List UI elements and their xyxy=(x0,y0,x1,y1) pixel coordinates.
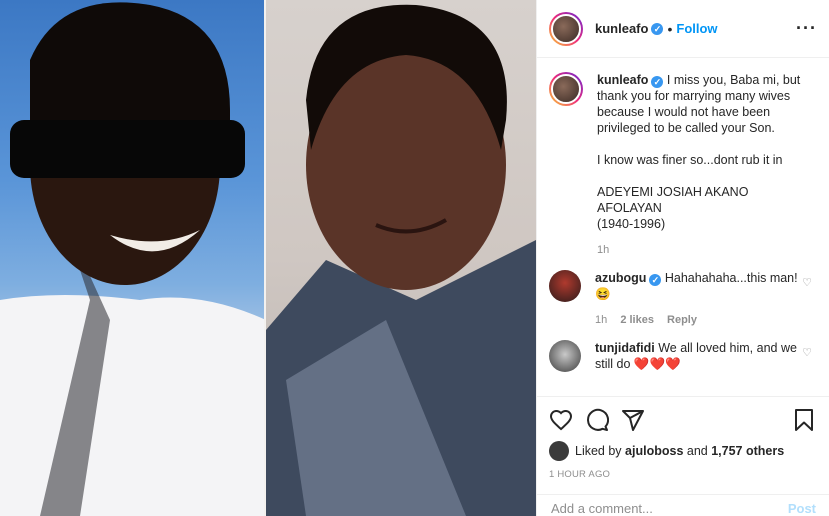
author-avatar[interactable] xyxy=(549,11,583,46)
photo-left-panel xyxy=(0,0,266,516)
comment-heart-icon[interactable]: ♡ xyxy=(802,276,812,289)
author-username[interactable]: kunleafo xyxy=(595,21,648,36)
comment-item: tunjidafidi We all loved him, and we sti… xyxy=(549,340,814,372)
comment-username[interactable]: azubogu xyxy=(595,271,646,285)
older-man-portrait-figure xyxy=(266,4,536,516)
comment-username[interactable]: tunjidafidi xyxy=(595,341,655,355)
post-actions: Liked by ajuloboss and 1,757 others 1 HO… xyxy=(537,396,829,480)
add-comment-bar: Post xyxy=(537,494,829,516)
comment-time[interactable]: 1h xyxy=(595,314,607,326)
reply-button[interactable]: Reply xyxy=(667,314,697,326)
comment-heart-icon[interactable]: ♡ xyxy=(802,346,812,359)
caption-username[interactable]: kunleafo xyxy=(597,73,648,87)
comment-input[interactable] xyxy=(551,501,788,516)
caption-time[interactable]: 1h xyxy=(597,244,609,256)
verified-icon: ✓ xyxy=(649,274,662,286)
likes-prefix: Liked by xyxy=(575,444,622,458)
post-sidebar: kunleafo ✓ • Follow ··· kunleafo ✓ I miss… xyxy=(536,0,829,516)
commenter-avatar[interactable] xyxy=(549,340,581,372)
caption-text-3b: (1940-1996) xyxy=(597,217,666,231)
more-icon[interactable]: ··· xyxy=(796,18,817,39)
comments-list[interactable]: kunleafo ✓ I miss you, Baba mi, but thank… xyxy=(537,58,829,396)
likes-count[interactable]: 1,757 others xyxy=(711,444,784,458)
separator-dot: • xyxy=(667,20,673,37)
caption-avatar[interactable] xyxy=(549,72,583,106)
likes-summary: Liked by ajuloboss and 1,757 others xyxy=(549,441,816,461)
follow-button[interactable]: Follow xyxy=(676,21,717,36)
post-button[interactable]: Post xyxy=(788,501,816,516)
commenter-avatar[interactable] xyxy=(549,270,581,302)
man-with-sunglasses-figure xyxy=(0,2,266,516)
verified-icon: ✓ xyxy=(651,22,664,35)
liker-avatar[interactable] xyxy=(549,441,569,461)
caption-text-2: I know was finer so...dont rub it in xyxy=(597,153,783,167)
caption: kunleafo ✓ I miss you, Baba mi, but thank… xyxy=(549,72,814,258)
heart-icon[interactable] xyxy=(549,408,573,432)
caption-text-3a: ADEYEMI JOSIAH AKANO AFOLAYAN xyxy=(597,185,749,215)
post-header: kunleafo ✓ • Follow ··· xyxy=(537,0,829,58)
comment-item: azubogu ✓ Hahahahaha...this man! 😆 1h 2 l… xyxy=(549,270,814,328)
verified-icon: ✓ xyxy=(651,76,664,88)
post-timestamp[interactable]: 1 HOUR AGO xyxy=(549,469,816,480)
bookmark-icon[interactable] xyxy=(792,408,816,432)
post-image[interactable] xyxy=(0,0,536,516)
photo-right-panel xyxy=(266,0,536,516)
share-icon[interactable] xyxy=(621,408,645,432)
likes-and: and xyxy=(686,444,708,458)
hearts-emoji: ❤️❤️❤️ xyxy=(633,357,681,371)
comment-icon[interactable] xyxy=(585,408,609,432)
liker-username[interactable]: ajuloboss xyxy=(625,444,683,458)
comment-likes[interactable]: 2 likes xyxy=(620,314,654,326)
